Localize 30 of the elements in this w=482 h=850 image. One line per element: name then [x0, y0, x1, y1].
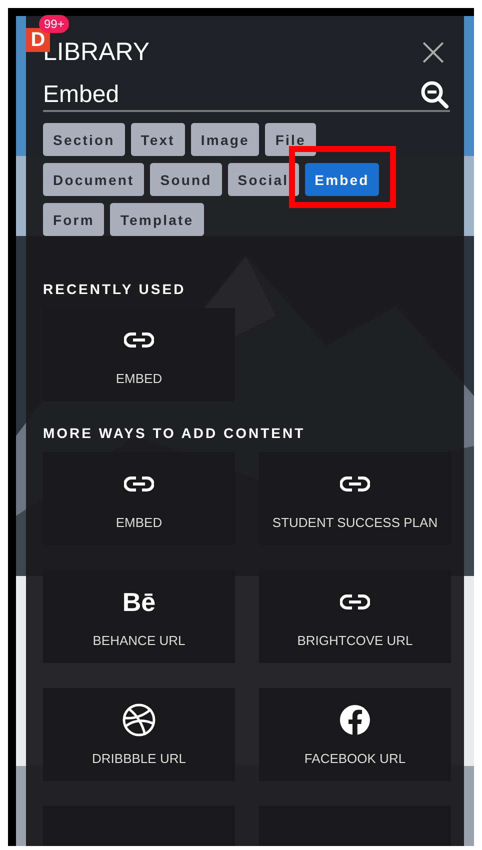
link-icon — [340, 594, 370, 610]
facebook-icon — [338, 703, 372, 737]
filter-chip[interactable]: Section — [43, 123, 125, 156]
filter-chip[interactable]: Sound — [150, 163, 222, 196]
filter-chip[interactable]: Document — [43, 163, 144, 196]
content-tile[interactable]: BRIGHTCOVE URL — [259, 570, 451, 663]
filter-chip[interactable]: Text — [130, 123, 185, 156]
basketball-icon — [122, 703, 156, 737]
link-icon — [340, 476, 370, 492]
filter-chip[interactable]: Form — [43, 203, 104, 236]
zoom-out-icon[interactable] — [420, 80, 450, 110]
content-tile[interactable]: FACEBOOK URL — [259, 688, 451, 781]
filter-chip[interactable]: Image — [190, 123, 260, 156]
app-logo: D — [26, 28, 50, 52]
content-tile[interactable]: DRIBBBLE URL — [43, 688, 235, 781]
content-tile[interactable]: EMBED — [43, 308, 235, 401]
filter-chip[interactable]: Social — [228, 163, 299, 196]
section-heading: MORE WAYS TO ADD CONTENT — [43, 425, 306, 441]
filter-chip[interactable]: Template — [110, 203, 204, 236]
filter-chip[interactable]: Embed — [304, 163, 380, 196]
link-icon — [124, 332, 154, 348]
content-tile[interactable]: STUDENT SUCCESS PLAN — [259, 452, 451, 545]
content-tile[interactable]: EMBED — [43, 452, 235, 545]
behance-icon: Bē — [122, 590, 156, 614]
close-button[interactable]: × — [416, 32, 450, 72]
search-field[interactable]: Embed — [43, 81, 343, 109]
notification-badge: 99+ — [39, 15, 70, 33]
link-icon — [124, 476, 154, 492]
content-tile[interactable]: Bē BEHANCE URL — [43, 570, 235, 663]
section-heading: RECENTLY USED — [43, 281, 187, 297]
